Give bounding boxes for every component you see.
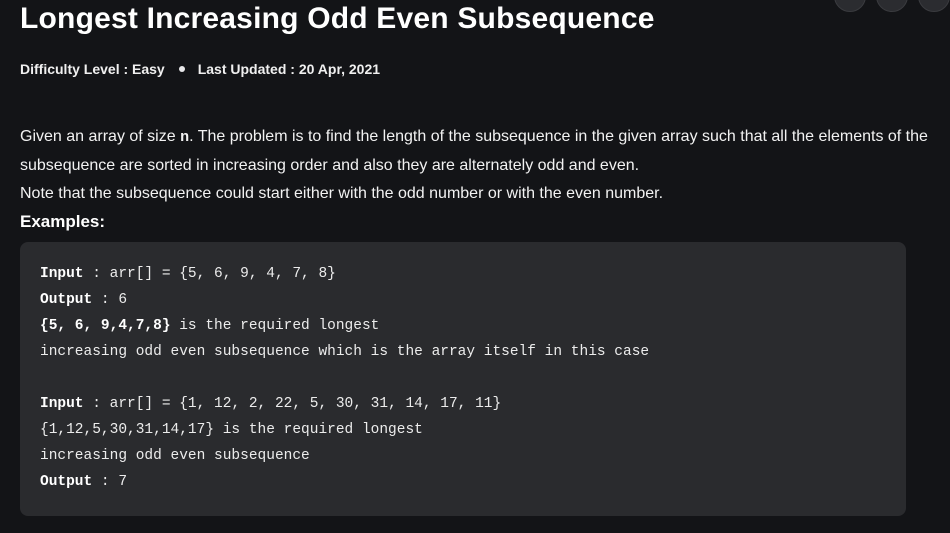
code-text: : arr[] = {1, 12, 2, 22, 5, 30, 31, 14, …	[83, 396, 502, 412]
code-line: increasing odd even subsequence	[40, 448, 310, 464]
code-text: : arr[] = {5, 6, 9, 4, 7, 8}	[83, 266, 336, 282]
code-line: increasing odd even subsequence which is…	[40, 344, 650, 360]
last-updated: Last Updated : 20 Apr, 2021	[197, 61, 381, 77]
article-title: Longest Increasing Odd Even Subsequence	[20, 2, 655, 35]
inline-code: n	[180, 129, 190, 146]
code-keyword: Input	[40, 266, 84, 282]
top-right-actions	[834, 0, 950, 12]
examples-heading: Examples:	[20, 212, 106, 231]
example-code-block: Input : arr[] = {5, 6, 9, 4, 7, 8} Outpu…	[20, 242, 906, 516]
action-circle-button[interactable]	[834, 0, 866, 12]
code-text: is the required longest	[170, 318, 380, 334]
code-keyword: Input	[40, 396, 84, 412]
code-keyword: Output	[40, 474, 93, 490]
article-meta: Difficulty Level : Easy Last Updated : 2…	[20, 61, 380, 77]
code-keyword: {5, 6, 9,4,7,8}	[40, 318, 171, 334]
code-keyword: Output	[40, 292, 93, 308]
code-text: : 7	[92, 474, 128, 490]
bullet-dot-icon	[178, 66, 185, 72]
code-line: Output : 7	[40, 469, 886, 495]
code-text: : 6	[92, 292, 128, 308]
code-line: Input : arr[] = {5, 6, 9, 4, 7, 8}	[40, 261, 886, 287]
intro-paragraph: Given an array of size n. The problem is…	[20, 123, 935, 180]
code-line: Output : 6	[40, 287, 886, 313]
intro-text: Given an array of size	[20, 128, 181, 145]
code-line: Input : arr[] = {1, 12, 2, 22, 5, 30, 31…	[40, 391, 886, 417]
article-body: Given an array of size n. The problem is…	[20, 123, 935, 236]
action-circle-button[interactable]	[918, 0, 950, 12]
code-line: {5, 6, 9,4,7,8} is the required longest	[40, 313, 886, 339]
difficulty-level: Difficulty Level : Easy	[20, 61, 165, 77]
action-circle-button[interactable]	[876, 0, 908, 12]
code-line: {1,12,5,30,31,14,17} is the required lon…	[40, 422, 423, 438]
note-paragraph: Note that the subsequence could start ei…	[20, 185, 664, 202]
